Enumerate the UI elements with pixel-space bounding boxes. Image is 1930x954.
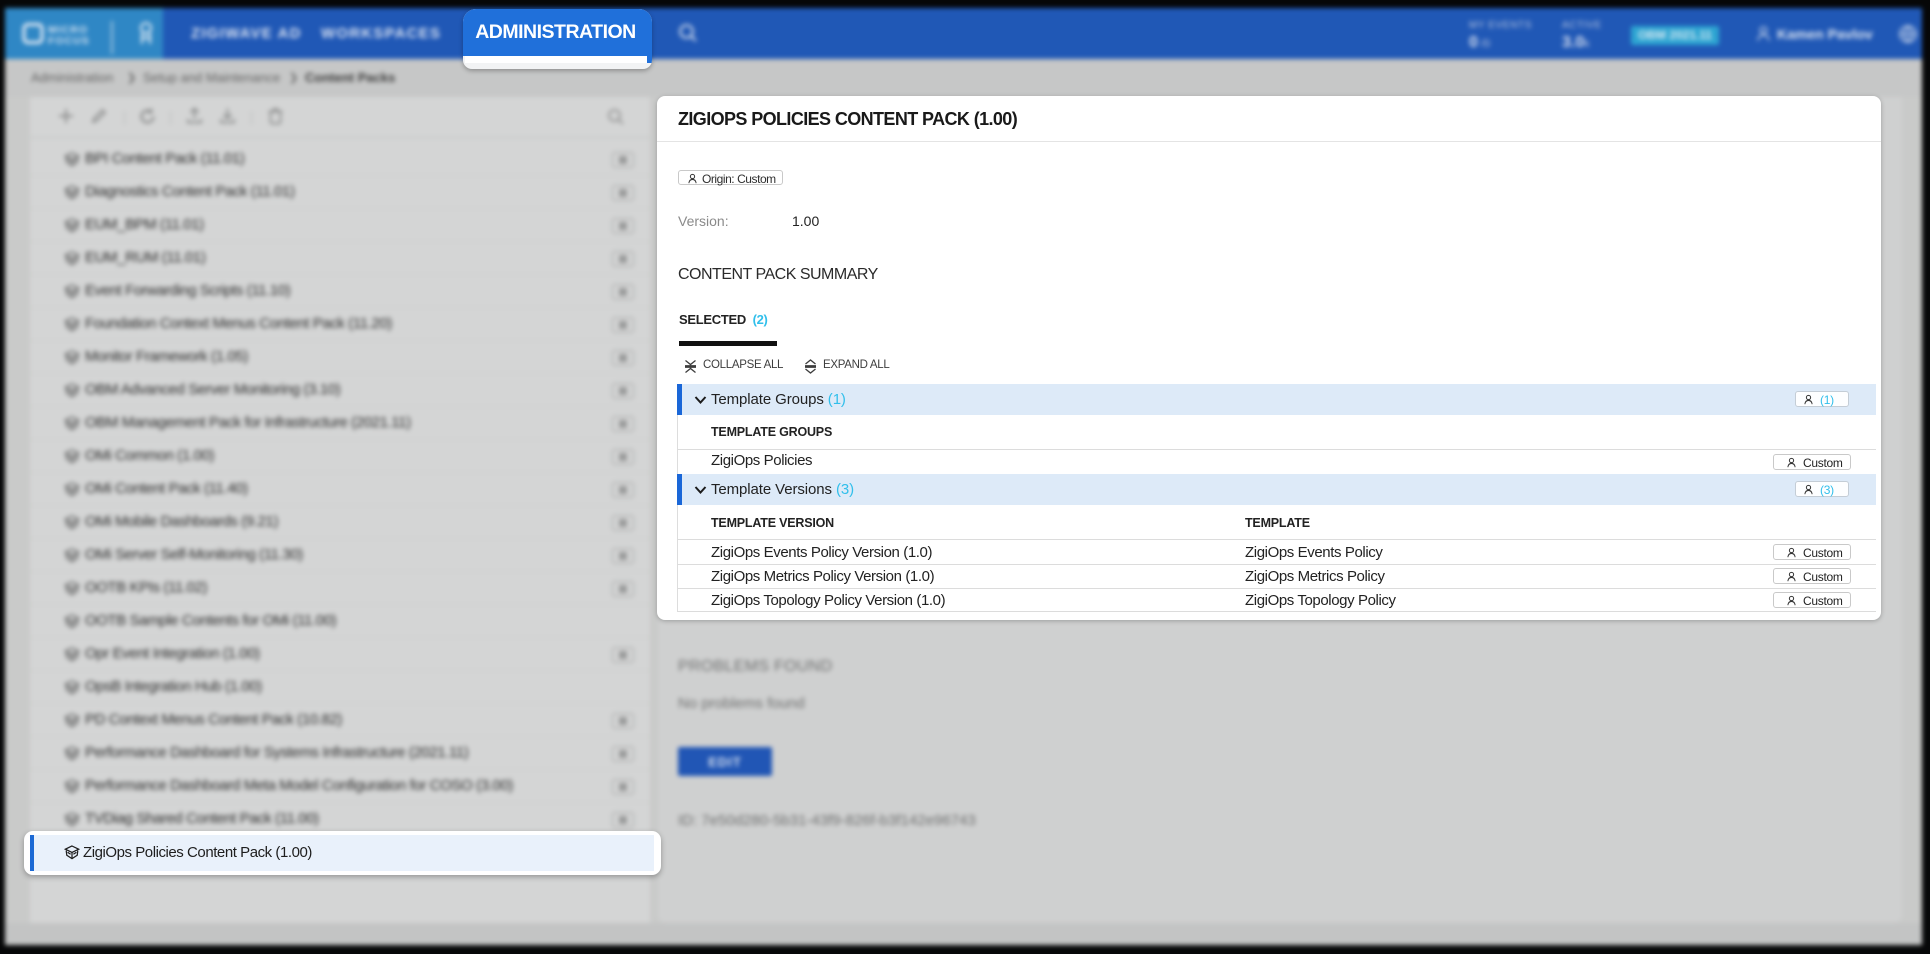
svg-text:FOCUS: FOCUS <box>48 35 90 47</box>
